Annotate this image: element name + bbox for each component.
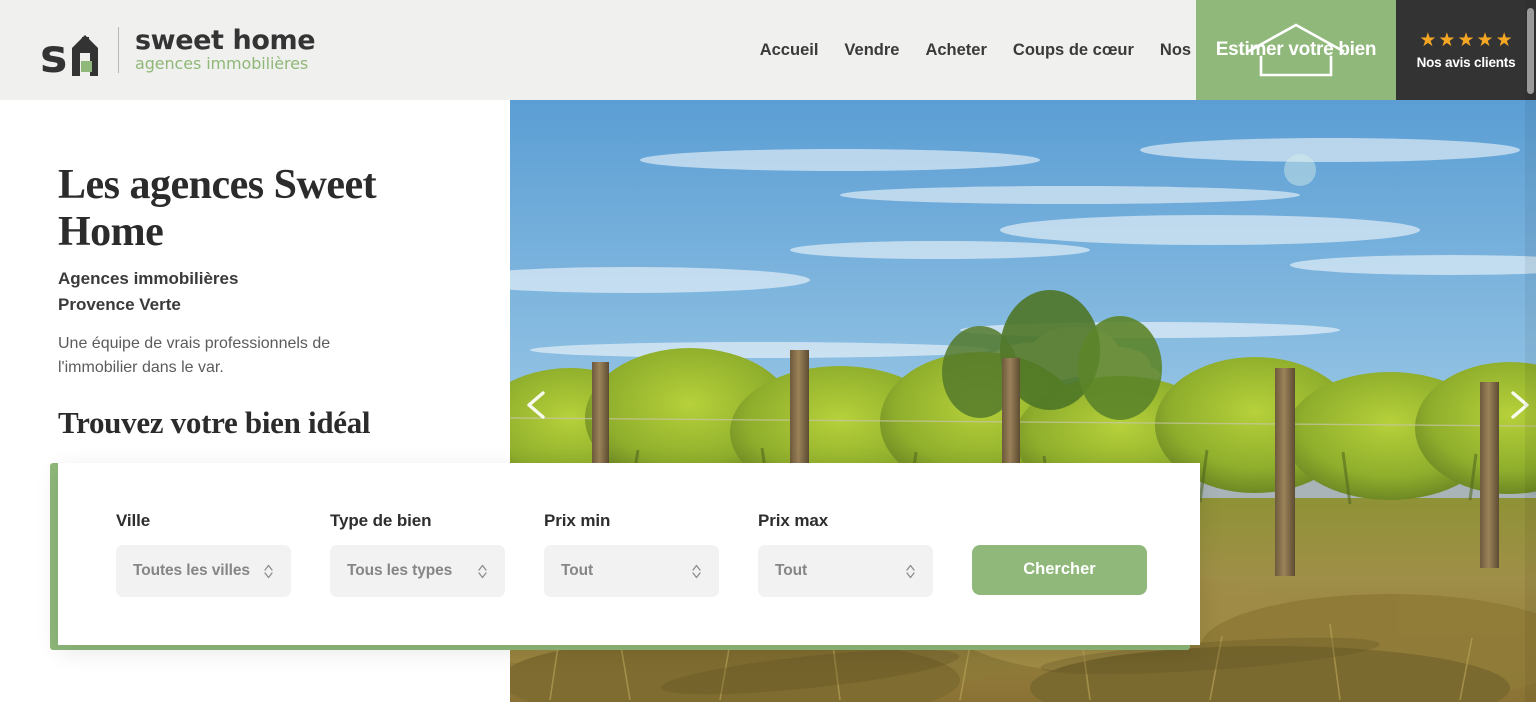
house-monogram-icon <box>72 35 98 76</box>
star-icon: ★ <box>1438 29 1456 51</box>
star-icon: ★ <box>1457 29 1475 51</box>
star-icon: ★ <box>1419 29 1437 51</box>
slider-prev-button[interactable] <box>518 385 558 425</box>
type-select[interactable]: Tous les types <box>330 545 505 597</box>
page-scrollbar[interactable] <box>1525 0 1536 702</box>
page-title: Les agences Sweet Home <box>58 162 377 256</box>
search-submit-button[interactable]: Chercher <box>972 544 1147 595</box>
star-icon: ★ <box>1495 29 1513 51</box>
nav-item-vendre[interactable]: Vendre <box>844 41 899 60</box>
logo-brand-tagline: agences immobilières <box>135 54 309 74</box>
prix-max-select-value: Tout <box>775 562 808 579</box>
star-rating: ★ ★ ★ ★ ★ <box>1419 31 1512 50</box>
search-field-ville: Ville Toutes les villes <box>116 511 291 597</box>
chevron-updown-icon <box>692 564 701 578</box>
property-search-panel: Ville Toutes les villes Type de bien Tou… <box>50 463 1200 655</box>
nav-item-acheter[interactable]: Acheter <box>925 41 986 60</box>
search-field-prix-min: Prix min Tout <box>544 511 719 597</box>
nav-item-coups-de-coeur[interactable]: Coups de cœur <box>1013 41 1134 60</box>
estimer-votre-bien-button[interactable]: Estimer votre bien <box>1196 0 1396 100</box>
hero-subtitle: Agences immobilières Provence Verte <box>58 266 478 317</box>
search-section-title: Trouvez votre bien idéal <box>58 405 371 440</box>
estimer-label: Estimer votre bien <box>1215 39 1377 60</box>
chevron-updown-icon <box>478 564 487 578</box>
site-logo[interactable]: s sweet home agences immobilières <box>40 0 316 100</box>
ville-select[interactable]: Toutes les villes <box>116 545 291 597</box>
search-field-type: Type de bien Tous les types <box>330 511 505 597</box>
logo-brand-name: sweet home <box>135 24 316 56</box>
prix-min-select[interactable]: Tout <box>544 545 719 597</box>
chevron-left-icon <box>527 391 545 419</box>
sweet-home-monogram-icon: s <box>40 24 102 83</box>
field-label-prix-max: Prix max <box>758 511 829 530</box>
ville-select-value: Toutes les villes <box>133 562 250 579</box>
logo-divider <box>118 27 119 73</box>
hero-description: Une équipe de vrais professionnels de l'… <box>58 335 331 376</box>
search-form: Ville Toutes les villes Type de bien Tou… <box>58 463 1200 645</box>
scrollbar-thumb[interactable] <box>1527 8 1534 94</box>
nav-item-accueil[interactable]: Accueil <box>760 41 819 60</box>
field-label-ville: Ville <box>116 511 151 530</box>
chevron-updown-icon <box>264 564 273 578</box>
prix-min-select-value: Tout <box>561 562 594 579</box>
avis-clients-label: Nos avis clients <box>1416 54 1516 70</box>
prix-max-select[interactable]: Tout <box>758 545 933 597</box>
logo-wordmark: sweet home agences immobilières <box>135 24 316 74</box>
chevron-updown-icon <box>906 564 915 578</box>
type-select-value: Tous les types <box>347 562 453 579</box>
hero-subtitle-line2: Provence Verte <box>58 294 181 314</box>
logo-letter-s: s <box>40 29 67 83</box>
field-label-type: Type de bien <box>330 511 432 530</box>
search-field-prix-max: Prix max Tout <box>758 511 933 597</box>
field-label-prix-min: Prix min <box>544 511 611 530</box>
star-icon: ★ <box>1476 29 1494 51</box>
hero-subtitle-line1: Agences immobilières <box>58 269 239 288</box>
avis-clients-widget[interactable]: ★ ★ ★ ★ ★ Nos avis clients <box>1396 0 1536 100</box>
